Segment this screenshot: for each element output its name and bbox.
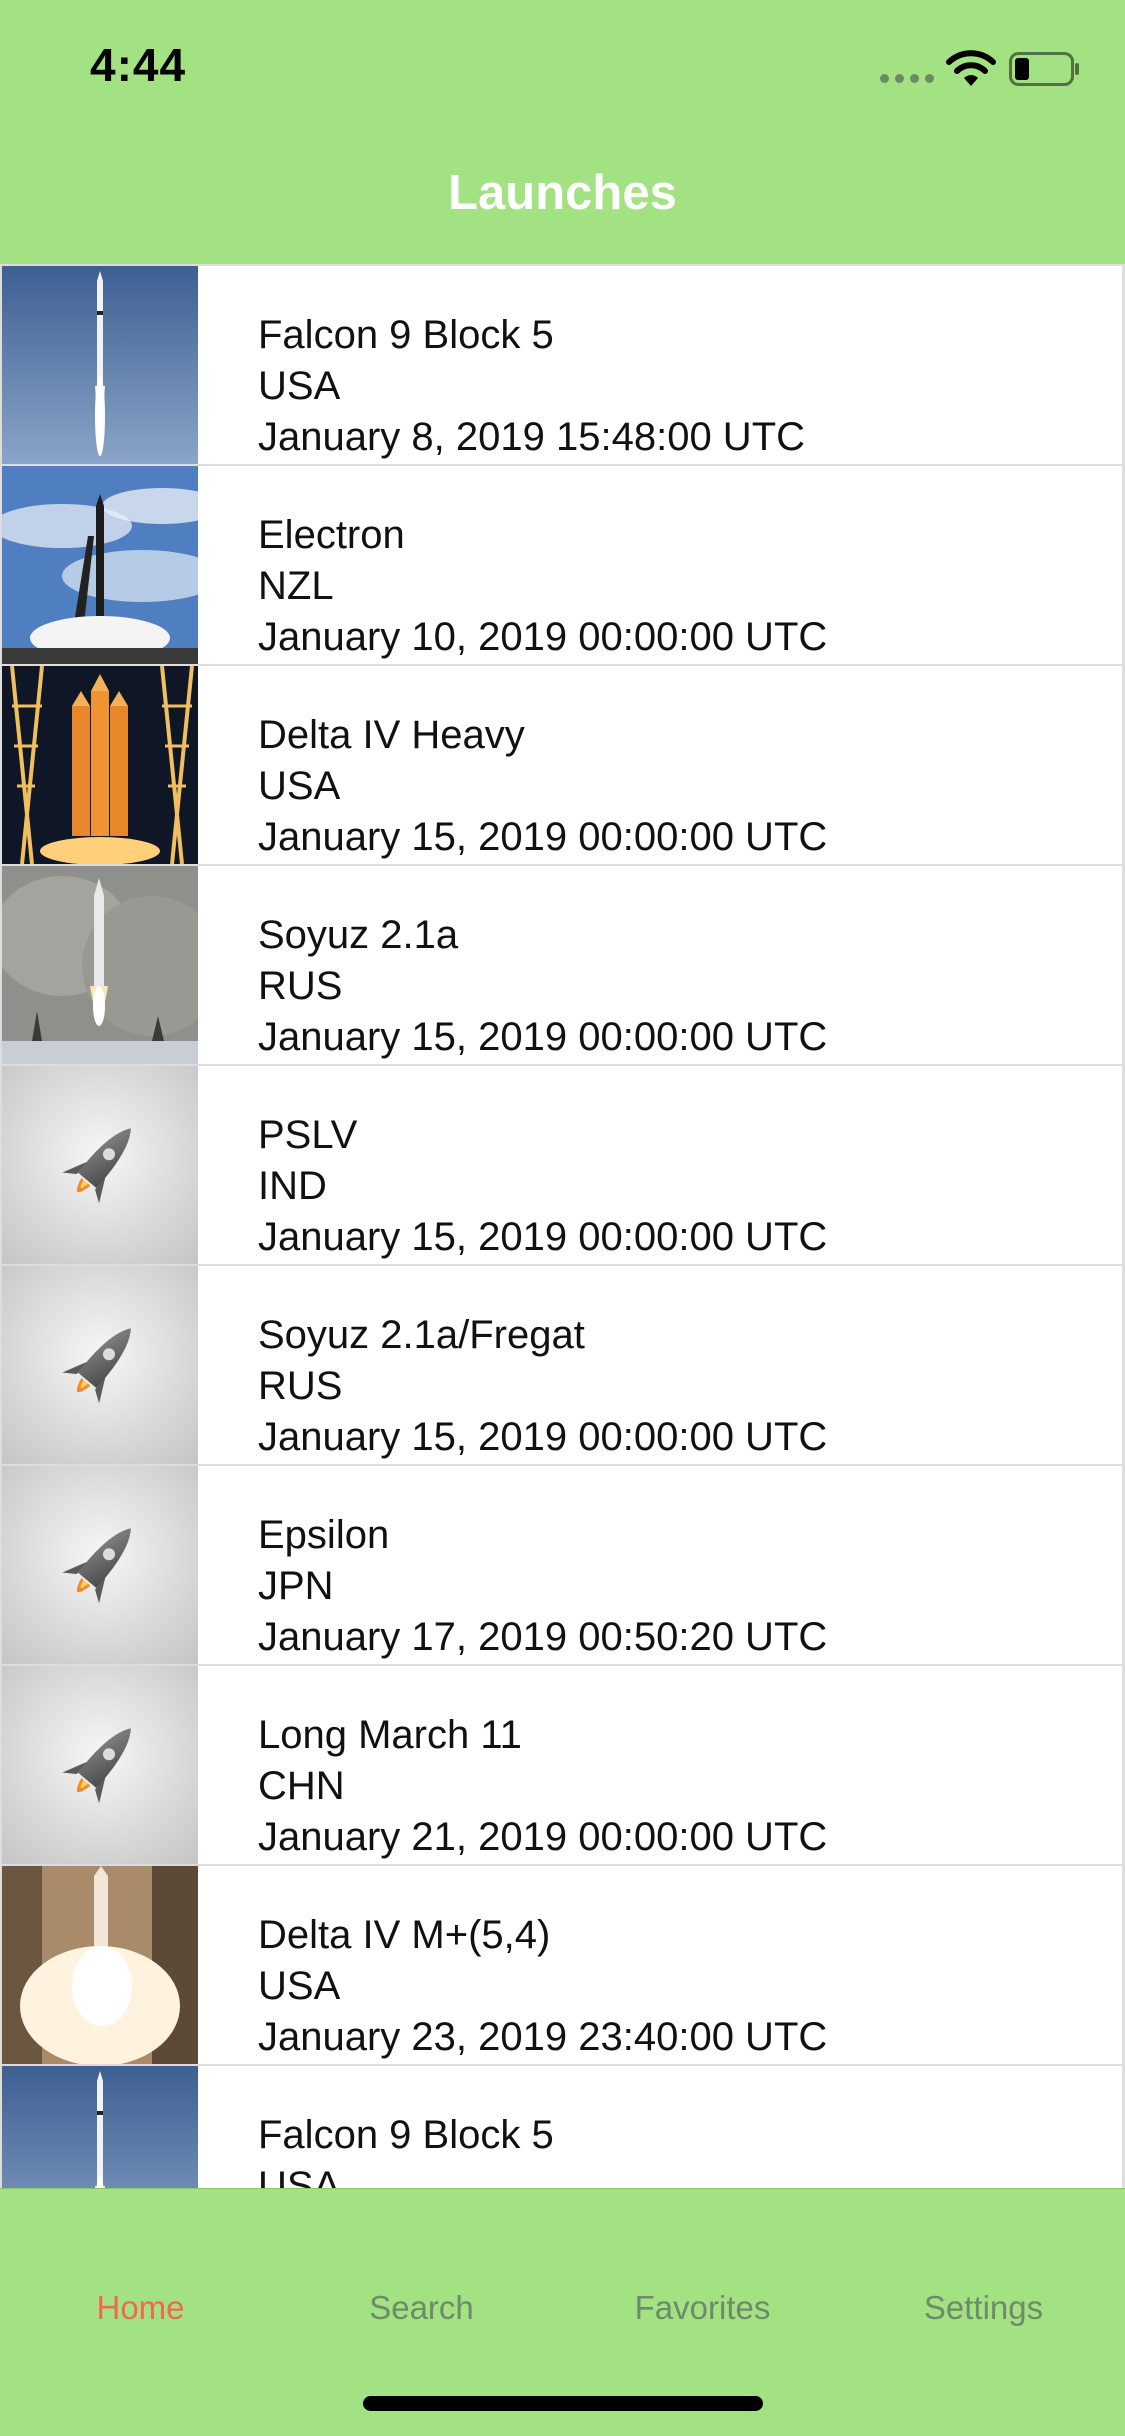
launch-country: RUS [258, 964, 343, 1008]
launch-thumbnail [2, 2066, 198, 2188]
launch-row[interactable]: Epsilon JPN January 17, 2019 00:50:20 UTC [2, 1466, 1122, 1664]
rocket-placeholder-icon [2, 1466, 198, 1664]
launch-thumbnail [2, 266, 198, 464]
launch-name: Electron [258, 513, 405, 557]
tab-favorites[interactable]: Favorites [562, 2289, 843, 2327]
launch-name: Delta IV Heavy [258, 713, 525, 757]
status-bar: 4:44 [0, 0, 1125, 135]
launch-thumbnail [2, 866, 198, 1064]
launch-country: USA [258, 364, 341, 408]
launch-country: IND [258, 1164, 327, 1208]
launch-thumbnail [2, 1866, 198, 2064]
tab-home[interactable]: Home [0, 2289, 281, 2327]
launch-row[interactable]: Falcon 9 Block 5 USA [2, 2066, 1122, 2188]
launch-name: Soyuz 2.1a/Fregat [258, 1313, 585, 1357]
tab-search[interactable]: Search [281, 2289, 562, 2327]
battery-icon [1009, 52, 1079, 86]
launch-info: Long March 11 CHN January 21, 2019 00:00:0… [198, 1666, 827, 1864]
launch-info: Delta IV M+(5,4) USA January 23, 2019 23:4… [198, 1866, 827, 2064]
launch-row[interactable]: Soyuz 2.1a/Fregat RUS January 15, 2019 00:… [2, 1266, 1122, 1464]
launch-row[interactable]: Soyuz 2.1a RUS January 15, 2019 00:00:00 U… [2, 866, 1122, 1064]
launch-name: Long March 11 [258, 1713, 522, 1757]
rocket-placeholder-icon [2, 1266, 198, 1464]
rocket-placeholder-icon [2, 1066, 198, 1264]
launch-date: January 15, 2019 00:00:00 UTC [258, 1015, 828, 1059]
launch-thumbnail [2, 466, 198, 664]
tab-settings[interactable]: Settings [843, 2289, 1124, 2327]
launch-date: January 15, 2019 00:00:00 UTC [258, 1215, 828, 1259]
launch-name: Falcon 9 Block 5 [258, 313, 554, 357]
home-indicator [363, 2396, 763, 2411]
launch-date: January 15, 2019 00:00:00 UTC [258, 815, 828, 859]
launch-country: NZL [258, 564, 334, 608]
launch-row[interactable]: PSLV IND January 15, 2019 00:00:00 UTC [2, 1066, 1122, 1264]
launch-date: January 8, 2019 15:48:00 UTC [258, 415, 806, 459]
launch-thumbnail [2, 666, 198, 864]
launch-country: USA [258, 2164, 341, 2188]
launch-date: January 10, 2019 00:00:00 UTC [258, 615, 828, 659]
rocket-placeholder-icon [2, 1666, 198, 1864]
launch-name: PSLV [258, 1113, 358, 1157]
launch-info: Falcon 9 Block 5 USA [198, 2066, 554, 2188]
launch-list[interactable]: Falcon 9 Block 5 USA January 8, 2019 15:48… [0, 264, 1125, 2188]
status-time: 4:44 [90, 39, 187, 91]
launch-row[interactable]: Delta IV Heavy USA January 15, 2019 00:00:… [2, 666, 1122, 864]
launch-info: Falcon 9 Block 5 USA January 8, 2019 15:48… [198, 266, 805, 464]
launch-date: January 21, 2019 00:00:00 UTC [258, 1815, 828, 1859]
launch-country: RUS [258, 1364, 343, 1408]
launch-date: January 17, 2019 00:50:20 UTC [258, 1615, 828, 1659]
app-screen: 4:44 Launches Falcon 9 Block 5 USA January… [0, 0, 1125, 2436]
launch-name: Falcon 9 Block 5 [258, 2113, 554, 2157]
launch-info: Delta IV Heavy USA January 15, 2019 00:00:… [198, 666, 827, 864]
launch-name: Soyuz 2.1a [258, 913, 459, 957]
wifi-icon [946, 50, 996, 86]
launch-row[interactable]: Long March 11 CHN January 21, 2019 00:00:0… [2, 1666, 1122, 1864]
cellular-signal-icon [880, 74, 934, 83]
launch-date: January 23, 2019 23:40:00 UTC [258, 2015, 828, 2059]
launch-info: Soyuz 2.1a/Fregat RUS January 15, 2019 00:… [198, 1266, 827, 1464]
launch-country: USA [258, 764, 341, 808]
launch-country: JPN [258, 1564, 334, 1608]
page-title: Launches [448, 166, 677, 220]
launch-row[interactable]: Delta IV M+(5,4) USA January 23, 2019 23:4… [2, 1866, 1122, 2064]
launch-country: USA [258, 1964, 341, 2008]
launch-row[interactable]: Electron NZL January 10, 2019 00:00:00 UTC [2, 466, 1122, 664]
launch-info: Electron NZL January 10, 2019 00:00:00 UTC [198, 466, 827, 664]
launch-row[interactable]: Falcon 9 Block 5 USA January 8, 2019 15:48… [2, 266, 1122, 464]
launch-date: January 15, 2019 00:00:00 UTC [258, 1415, 828, 1459]
launch-country: CHN [258, 1764, 345, 1808]
launch-info: PSLV IND January 15, 2019 00:00:00 UTC [198, 1066, 827, 1264]
launch-info: Epsilon JPN January 17, 2019 00:50:20 UTC [198, 1466, 827, 1664]
launch-info: Soyuz 2.1a RUS January 15, 2019 00:00:00 U… [198, 866, 827, 1064]
launch-name: Epsilon [258, 1513, 390, 1557]
launch-name: Delta IV M+(5,4) [258, 1913, 551, 1957]
